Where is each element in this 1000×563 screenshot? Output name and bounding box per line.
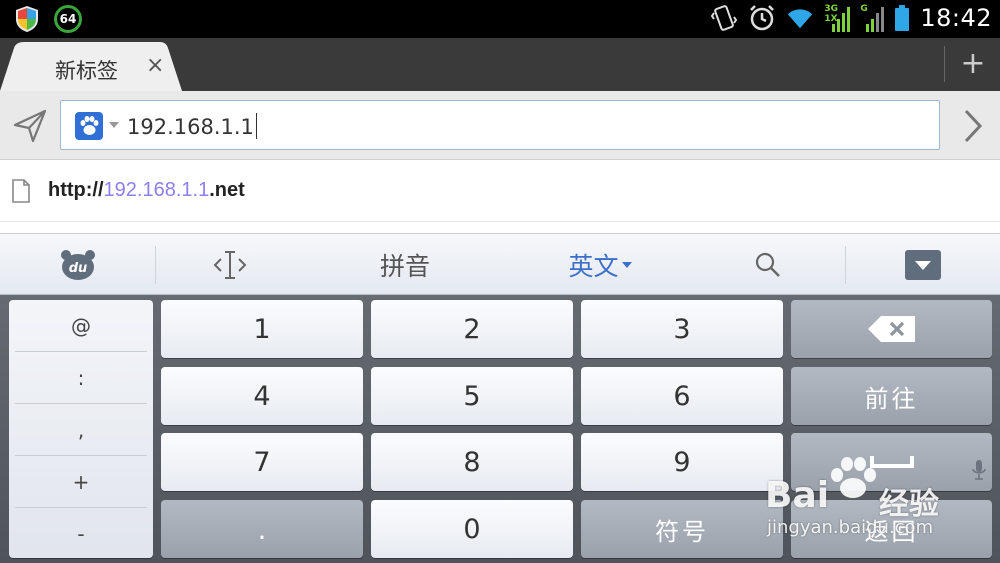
- url-value: 192.168.1.1: [127, 115, 254, 139]
- keyboard-toolbar: du 拼音 英文: [0, 233, 1000, 295]
- microphone-icon[interactable]: [972, 459, 986, 481]
- backspace-button[interactable]: [791, 300, 992, 358]
- url-text: 192.168.1.1: [127, 113, 257, 139]
- chevron-down-icon[interactable]: [109, 122, 119, 128]
- go-button[interactable]: 前往: [791, 367, 992, 425]
- keyboard: du 拼音 英文 @: , + - 1 2 3 4 5 6 前往 7 8 9 …: [0, 233, 1000, 563]
- send-icon[interactable]: [12, 108, 48, 144]
- space-button[interactable]: [791, 433, 992, 491]
- hide-keyboard-icon[interactable]: [895, 234, 951, 296]
- tab-title: 新标签: [55, 59, 118, 83]
- space-icon: [869, 456, 914, 468]
- page-icon: [12, 179, 30, 203]
- signal-3g: 3G 1X: [824, 4, 851, 32]
- key-2[interactable]: 2: [371, 300, 573, 358]
- baidu-paw-icon[interactable]: [75, 112, 103, 140]
- symbol-key[interactable]: +: [9, 456, 153, 507]
- signal-icon: [832, 7, 851, 32]
- key-8[interactable]: 8: [371, 433, 573, 491]
- svg-text:du: du: [69, 261, 88, 276]
- divider: [944, 46, 945, 82]
- new-tab-button[interactable]: +: [955, 44, 991, 84]
- symbol-key[interactable]: -: [9, 508, 153, 559]
- key-5[interactable]: 5: [371, 367, 573, 425]
- key-3[interactable]: 3: [581, 300, 783, 358]
- key-0[interactable]: 0: [371, 500, 573, 558]
- close-icon[interactable]: ×: [146, 54, 164, 78]
- toolbar-divider: [845, 246, 846, 284]
- english-mode-button[interactable]: 英文: [545, 234, 655, 296]
- key-9[interactable]: 9: [581, 433, 783, 491]
- suggestion-row[interactable]: http://192.168.1.1.net: [0, 160, 1000, 222]
- status-bar: 64 3G 1X G 18:42: [0, 0, 1000, 38]
- signal-icon: [866, 7, 885, 32]
- cursor-move-icon[interactable]: [200, 234, 260, 296]
- pinyin-mode-button[interactable]: 拼音: [350, 234, 460, 296]
- chevron-down-icon: [621, 262, 632, 268]
- suggestion-suffix: .net: [209, 179, 245, 201]
- pinyin-label: 拼音: [379, 252, 430, 281]
- symbol-key[interactable]: :: [9, 352, 153, 403]
- text-cursor: [255, 113, 257, 139]
- shield-icon: [16, 6, 38, 32]
- toolbar-divider: [155, 246, 156, 284]
- key-4[interactable]: 4: [161, 367, 363, 425]
- english-label: 英文: [568, 252, 619, 281]
- clock: 18:42: [920, 4, 992, 32]
- battery-icon: [895, 5, 910, 31]
- suggestion-highlight: 192.168.1.1: [103, 179, 210, 201]
- backspace-icon: [867, 316, 915, 342]
- key-1[interactable]: 1: [161, 300, 363, 358]
- return-button[interactable]: 返回: [791, 500, 992, 558]
- key-7[interactable]: 7: [161, 433, 363, 491]
- dot-key[interactable]: .: [161, 500, 363, 558]
- chevron-right-icon[interactable]: [958, 107, 988, 145]
- screen: 64 3G 1X G 18:42 新标签 × + 192.168.1.1 htt…: [0, 0, 1000, 563]
- key-6[interactable]: 6: [581, 367, 783, 425]
- notification-badge: 64: [54, 5, 82, 33]
- alarm-icon: [750, 5, 775, 31]
- symbol-key[interactable]: @: [9, 300, 153, 351]
- tab-new-tab[interactable]: 新标签 ×: [0, 42, 182, 91]
- search-icon[interactable]: [738, 234, 798, 296]
- suggestion-text: http://192.168.1.1.net: [48, 179, 245, 202]
- tab-strip: 新标签 × +: [0, 38, 1000, 91]
- symbol-key[interactable]: ,: [9, 404, 153, 455]
- vibrate-icon: [711, 5, 738, 31]
- suggestion-prefix: http://: [48, 179, 104, 201]
- symbol-column: @ : , + -: [9, 300, 153, 558]
- signal-g: G: [860, 4, 885, 32]
- symbols-button[interactable]: 符号: [581, 500, 783, 558]
- du-logo-icon[interactable]: du: [40, 234, 116, 296]
- wifi-icon: [788, 9, 813, 29]
- url-input[interactable]: 192.168.1.1: [60, 100, 940, 150]
- address-bar: 192.168.1.1: [0, 91, 1000, 160]
